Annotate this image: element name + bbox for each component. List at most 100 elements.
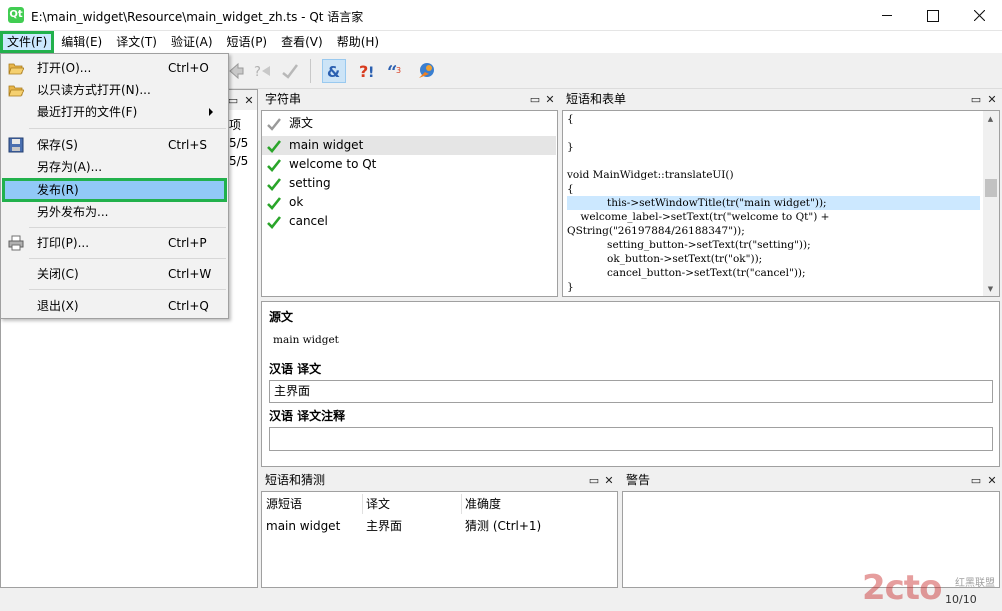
submenu-arrow-icon	[209, 108, 213, 116]
code-line-highlighted: this->setWindowTitle(tr("main widget"));	[567, 196, 980, 210]
context-column-header: 项	[229, 118, 242, 132]
folder-open-icon	[8, 85, 24, 97]
menu-item-open-readonly[interactable]: 以只读方式打开(N)...	[3, 79, 226, 101]
check-icon	[267, 140, 282, 153]
menu-edit[interactable]: 编辑(E)	[54, 31, 109, 53]
menu-item-save[interactable]: 保存(S) Ctrl+S	[3, 134, 226, 156]
menu-item-close[interactable]: 关闭(C) Ctrl+W	[3, 263, 226, 285]
minimize-button[interactable]	[864, 0, 910, 31]
svg-text:?: ?	[359, 62, 368, 81]
done-next-icon[interactable]	[278, 59, 302, 83]
table-cell[interactable]: 主界面	[366, 516, 402, 536]
string-item[interactable]: main widget	[262, 136, 556, 155]
translation-comment-input[interactable]	[269, 427, 993, 451]
menu-item-print[interactable]: 打印(P)... Ctrl+P	[3, 232, 226, 254]
toolbar-separator	[310, 59, 311, 83]
warnings-title: 警告	[622, 470, 1000, 490]
panel-close-icon[interactable]: ✕	[603, 473, 615, 487]
folder-open-icon	[8, 63, 24, 75]
check-icon	[267, 197, 282, 210]
translation-editor: 源文 main widget 汉语 译文 主界面 汉语 译文注释	[261, 301, 1000, 467]
watermark-sub: 红黑联盟	[955, 578, 995, 589]
panel-close-icon[interactable]: ✕	[986, 92, 998, 106]
float-icon[interactable]: ▭	[529, 92, 541, 106]
translation-label: 汉语 译文	[269, 362, 322, 376]
menu-phrases[interactable]: 短语(P)	[220, 31, 275, 53]
scroll-thumb[interactable]	[985, 179, 997, 197]
menu-translation[interactable]: 译文(T)	[109, 31, 164, 53]
menu-item-release-as[interactable]: 另外发布为...	[3, 201, 226, 223]
warnings-panel: 警告 ▭ ✕	[622, 470, 1000, 588]
strings-panel: 字符串 ▭ ✕ 源文 main widget welcome to Qt set…	[261, 89, 558, 297]
menu-validation[interactable]: 验证(A)	[164, 31, 220, 53]
code-scrollbar[interactable]: ▲ ▼	[983, 111, 999, 296]
column-separator	[461, 494, 462, 514]
menu-item-release[interactable]: 发布(R)	[2, 178, 227, 202]
file-menu-dropdown: 打开(O)... Ctrl+O 以只读方式打开(N)... 最近打开的文件(F)…	[0, 53, 229, 319]
translation-input[interactable]: 主界面	[269, 380, 993, 403]
comment-label: 汉语 译文注释	[269, 409, 346, 423]
string-item[interactable]: ok	[262, 193, 556, 212]
svg-text:?: ?	[254, 65, 261, 80]
check-gray-icon	[267, 118, 281, 131]
check-icon	[267, 216, 282, 229]
maximize-button[interactable]	[910, 0, 956, 31]
phrase-matches-icon[interactable]: “3	[384, 59, 408, 83]
printer-icon	[8, 235, 24, 251]
code-line: setting_button->setText(tr("setting"));	[567, 239, 811, 251]
table-cell[interactable]: main widget	[266, 516, 340, 536]
menu-item-recent-files[interactable]: 最近打开的文件(F)	[3, 101, 226, 123]
phrases-forms-title: 短语和表单	[562, 89, 1000, 109]
code-line: cancel_button->setText(tr("cancel"));	[567, 267, 806, 279]
string-item[interactable]: setting	[262, 174, 556, 193]
close-button[interactable]	[956, 0, 1002, 31]
menu-separator	[29, 289, 226, 290]
code-line: }	[567, 141, 574, 153]
float-icon[interactable]: ▭	[970, 473, 982, 487]
menu-item-save-as[interactable]: 另存为(A)...	[3, 156, 226, 178]
panel-close-icon[interactable]: ✕	[986, 473, 998, 487]
context-count: 5/5	[229, 154, 249, 168]
phrase-guess-title: 短语和猜测	[261, 470, 618, 490]
next-unfinished-icon[interactable]: ?	[250, 59, 274, 83]
column-separator	[362, 494, 363, 514]
string-item[interactable]: cancel	[262, 212, 556, 231]
punctuation-icon[interactable]: ?!	[354, 59, 378, 83]
source-text: main widget	[273, 334, 339, 346]
column-header[interactable]: 译文	[366, 494, 390, 514]
column-header[interactable]: 准确度	[465, 494, 501, 514]
accelerators-icon[interactable]: &	[322, 59, 346, 83]
column-header[interactable]: 源短语	[266, 494, 302, 514]
menu-help[interactable]: 帮助(H)	[330, 31, 386, 53]
float-icon[interactable]: ▭	[970, 92, 982, 106]
code-line: welcome_label->setText(tr("welcome to Qt…	[567, 211, 830, 223]
table-cell[interactable]: 猜测 (Ctrl+1)	[465, 516, 541, 536]
menu-separator	[29, 227, 226, 228]
scroll-up-icon[interactable]: ▲	[983, 111, 998, 126]
check-icon	[267, 178, 282, 191]
strings-header[interactable]: 源文	[262, 114, 556, 133]
menu-item-exit[interactable]: 退出(X) Ctrl+Q	[3, 295, 226, 317]
window-title: E:\main_widget\Resource\main_widget_zh.t…	[31, 10, 364, 24]
panel-close-icon[interactable]: ✕	[243, 93, 255, 107]
menu-view[interactable]: 查看(V)	[274, 31, 330, 53]
phrase-guess-panel: 短语和猜测 ▭ ✕ 源短语 译文 准确度 main widget 主界面 猜测 …	[261, 470, 618, 588]
source-code-view[interactable]: { } void MainWidget::translateUI() { thi…	[562, 110, 1000, 297]
scroll-down-icon[interactable]: ▼	[983, 281, 998, 296]
check-icon	[267, 159, 282, 172]
code-line: {	[567, 113, 574, 125]
context-count: 5/5	[229, 136, 249, 150]
status-count: 10/10	[945, 593, 977, 606]
string-item[interactable]: welcome to Qt	[262, 155, 556, 174]
save-icon	[8, 137, 24, 153]
menu-bar: 文件(F) 编辑(E) 译文(T) 验证(A) 短语(P) 查看(V) 帮助(H…	[0, 31, 1002, 53]
place-markers-icon[interactable]	[414, 59, 438, 83]
menu-file[interactable]: 文件(F)	[0, 31, 55, 53]
menu-item-open[interactable]: 打开(O)... Ctrl+O	[3, 57, 226, 79]
float-icon[interactable]: ▭	[588, 473, 600, 487]
panel-close-icon[interactable]: ✕	[544, 92, 556, 106]
code-line: }	[567, 281, 574, 293]
strings-panel-title: 字符串	[261, 89, 558, 109]
